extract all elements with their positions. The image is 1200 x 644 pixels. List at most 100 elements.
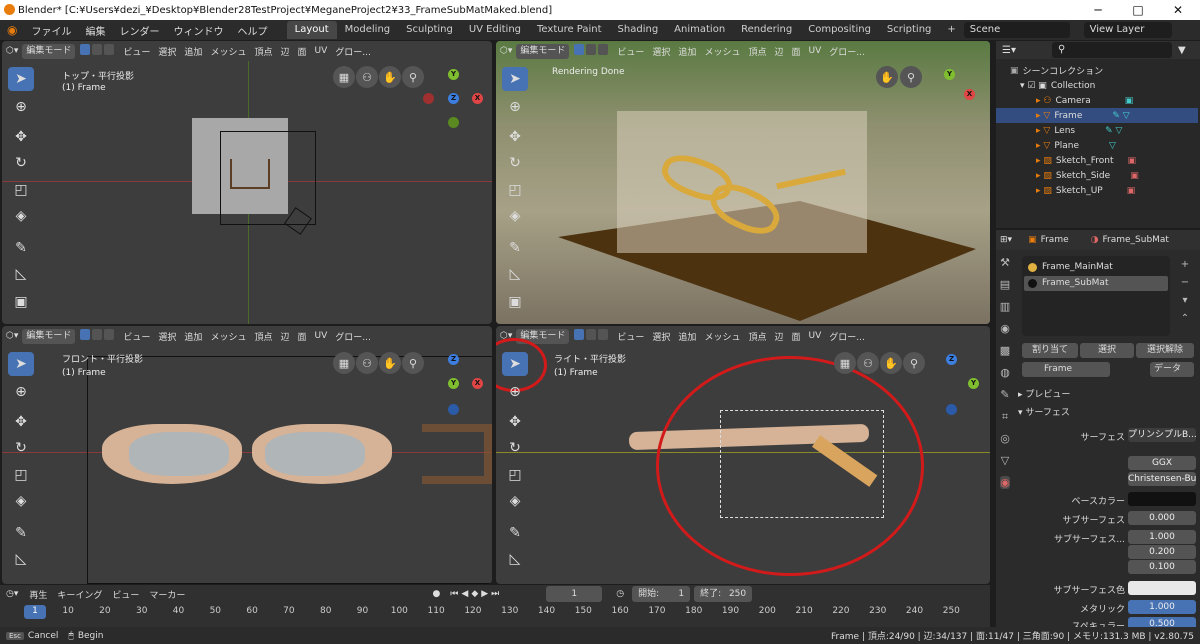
- deselect-button[interactable]: 選択解除: [1136, 343, 1194, 358]
- menu-add[interactable]: 追加: [180, 45, 206, 58]
- transform-orientation[interactable]: グロー...: [331, 45, 375, 58]
- scale-tool-icon[interactable]: ◰: [8, 178, 34, 202]
- neg-z-axis-icon[interactable]: [448, 404, 459, 415]
- tab-scripting[interactable]: Scripting: [879, 21, 939, 39]
- scene-selector[interactable]: Scene: [963, 22, 1070, 38]
- outliner-item-sketch-up[interactable]: ▸ ▨ Sketch_UP ▣: [996, 183, 1198, 198]
- cursor-tool-icon[interactable]: ⊕: [8, 95, 34, 119]
- neg-x-axis-icon[interactable]: [423, 93, 434, 104]
- menu-view[interactable]: ビュー: [119, 45, 154, 58]
- timeline-view-menu[interactable]: ビュー: [107, 588, 144, 601]
- minimize-button[interactable]: ─: [1078, 0, 1118, 20]
- zoom-icon[interactable]: ⚲: [402, 352, 424, 374]
- menu-edge[interactable]: 辺: [276, 45, 293, 58]
- subsurface-radius-y[interactable]: 0.200: [1016, 545, 1200, 560]
- tab-modeling[interactable]: Modeling: [337, 21, 399, 39]
- extrude-tool-icon[interactable]: ▣: [502, 290, 528, 314]
- transform-tool-icon[interactable]: ◈: [8, 489, 34, 513]
- tab-texture-paint[interactable]: Texture Paint: [529, 21, 610, 39]
- playback-controls[interactable]: ⏮◀◆▶⏭: [450, 589, 502, 599]
- y-axis-icon[interactable]: Y: [448, 69, 459, 80]
- menu-add[interactable]: 追加: [674, 45, 700, 58]
- menu-render[interactable]: レンダー: [112, 23, 166, 38]
- menu-face[interactable]: 面: [293, 45, 310, 58]
- menu-edge[interactable]: 辺: [276, 330, 293, 343]
- x-axis-icon[interactable]: X: [472, 378, 483, 389]
- y-axis-icon[interactable]: Y: [944, 69, 955, 80]
- menu-uv[interactable]: UV: [805, 331, 826, 341]
- grid-toggle-icon[interactable]: ▦: [333, 66, 355, 88]
- subsurface-row[interactable]: サブサーフェス 0.000: [1016, 511, 1200, 526]
- preview-panel[interactable]: ▸ プレビュー: [1018, 387, 1070, 400]
- select-button[interactable]: 選択: [1080, 343, 1134, 358]
- annotate-tool-icon[interactable]: ✎: [8, 236, 34, 260]
- viewport-front[interactable]: ⬡▾ 編集モード ビュー 選択 追加 メッシュ 頂点 辺 面 UV グロー...…: [2, 326, 492, 584]
- properties-type-icon[interactable]: ⊞▾: [996, 235, 1016, 245]
- subsurface-radius-z[interactable]: 0.100: [1016, 560, 1200, 575]
- menu-help[interactable]: ヘルプ: [230, 23, 274, 38]
- transform-tool-icon[interactable]: ◈: [502, 489, 528, 513]
- tab-compositing[interactable]: Compositing: [800, 21, 879, 39]
- menu-mesh[interactable]: メッシュ: [700, 45, 744, 58]
- start-frame-field[interactable]: 開始: 1: [632, 586, 691, 602]
- current-frame-field[interactable]: 1: [546, 586, 603, 602]
- tab-uv-editing[interactable]: UV Editing: [461, 21, 529, 39]
- scale-tool-icon[interactable]: ◰: [502, 178, 528, 202]
- slot-sub[interactable]: Frame_SubMat: [1024, 276, 1168, 291]
- y-axis-icon[interactable]: Y: [448, 378, 459, 389]
- neg-y-axis-icon[interactable]: [448, 117, 459, 128]
- menu-view[interactable]: ビュー: [613, 330, 648, 343]
- menu-vertex[interactable]: 頂点: [744, 45, 770, 58]
- scale-tool-icon[interactable]: ◰: [502, 463, 528, 487]
- zoom-icon[interactable]: ⚲: [900, 66, 922, 88]
- pan-hand-icon[interactable]: ✋: [880, 352, 902, 374]
- transform-tool-icon[interactable]: ◈: [502, 204, 528, 228]
- z-axis-icon[interactable]: Z: [946, 354, 957, 365]
- menu-mesh[interactable]: メッシュ: [206, 45, 250, 58]
- grid-toggle-icon[interactable]: ▦: [333, 352, 355, 374]
- playback-menu[interactable]: 再生: [24, 588, 52, 601]
- transform-tool-icon[interactable]: ◈: [8, 204, 34, 228]
- close-button[interactable]: ✕: [1158, 0, 1198, 20]
- measure-tool-icon[interactable]: ◺: [502, 547, 528, 571]
- end-frame-field[interactable]: 終了: 250: [694, 586, 753, 602]
- menu-select[interactable]: 選択: [154, 45, 180, 58]
- menu-add[interactable]: 追加: [180, 330, 206, 343]
- surface-shader-row[interactable]: サーフェス プリンシプルB...: [1016, 428, 1200, 443]
- grid-toggle-icon[interactable]: ▦: [834, 352, 856, 374]
- slot-main[interactable]: Frame_MainMat: [1024, 260, 1168, 275]
- timeline-type-icon[interactable]: ◷▾: [0, 589, 24, 599]
- menu-edge[interactable]: 辺: [770, 330, 787, 343]
- menu-add[interactable]: 追加: [674, 330, 700, 343]
- outliner-item-frame[interactable]: ▸ ▽ Frame ✎ ▽: [996, 108, 1198, 123]
- select-mode-buttons[interactable]: [569, 44, 613, 58]
- cursor-tool-icon[interactable]: ⊕: [502, 95, 528, 119]
- pan-hand-icon[interactable]: ✋: [379, 66, 401, 88]
- outliner-type-icon[interactable]: ☰▾: [996, 45, 1022, 56]
- x-axis-icon[interactable]: X: [964, 89, 975, 100]
- keying-menu[interactable]: キーイング: [52, 588, 107, 601]
- zoom-icon[interactable]: ⚲: [903, 352, 925, 374]
- x-axis-icon[interactable]: X: [472, 93, 483, 104]
- select-mode-buttons[interactable]: [75, 44, 119, 58]
- editor-type-icon[interactable]: ⬡▾: [2, 46, 22, 56]
- camera-view-icon[interactable]: ⚇: [356, 66, 378, 88]
- menu-select[interactable]: 選択: [648, 330, 674, 343]
- extrude-tool-icon[interactable]: ▣: [8, 290, 34, 314]
- z-axis-icon[interactable]: Z: [448, 354, 459, 365]
- select-tool-icon[interactable]: ➤: [8, 352, 34, 376]
- menu-uv[interactable]: UV: [805, 46, 826, 56]
- z-axis-icon[interactable]: Z: [448, 93, 459, 104]
- menu-mesh[interactable]: メッシュ: [206, 330, 250, 343]
- tab-animation[interactable]: Animation: [666, 21, 733, 39]
- subsurface-radius-x[interactable]: サブサーフェス... 1.000: [1016, 530, 1200, 545]
- surface-panel[interactable]: ▾ サーフェス: [1018, 405, 1070, 418]
- base-color-row[interactable]: ベースカラー: [1016, 492, 1200, 507]
- select-tool-icon[interactable]: ➤: [8, 67, 34, 91]
- menu-vertex[interactable]: 頂点: [250, 45, 276, 58]
- distribution-row[interactable]: GGX: [1016, 456, 1200, 471]
- move-tool-icon[interactable]: ✥: [8, 410, 34, 434]
- menu-file[interactable]: ファイル: [24, 23, 78, 38]
- menu-uv[interactable]: UV: [311, 46, 332, 56]
- outliner-scene-collection[interactable]: ▣ シーンコレクション: [996, 63, 1198, 78]
